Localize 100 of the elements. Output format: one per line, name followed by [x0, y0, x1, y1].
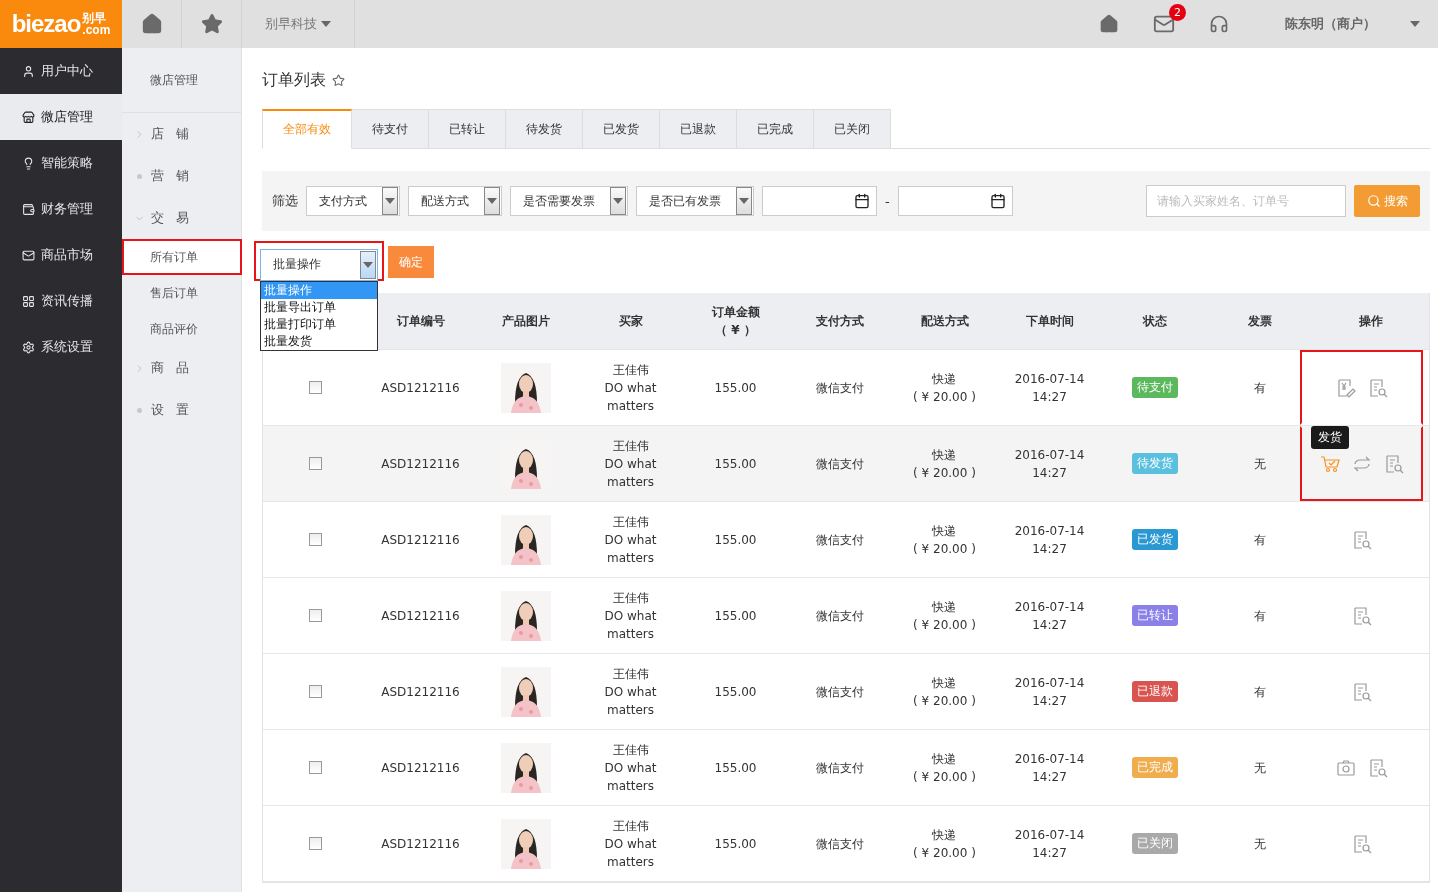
bulk-action-select[interactable]: 批量操作 [260, 248, 378, 281]
wallet-icon [22, 202, 35, 216]
order-amount: 155.00 [714, 683, 757, 701]
camera-icon[interactable] [1335, 757, 1356, 778]
subnav-group[interactable]: 设 置 [122, 389, 241, 431]
payment-method: 微信支付 [816, 683, 864, 701]
invoice-value: 有 [1253, 607, 1266, 625]
filter-select[interactable]: 支付方式 [306, 186, 400, 216]
store-icon [22, 110, 35, 124]
column-header: 产品图片 [501, 313, 550, 330]
document-search-icon[interactable] [1383, 453, 1404, 474]
cart-icon[interactable] [1319, 453, 1340, 474]
order-number: ASD1212116 [381, 607, 460, 625]
page-title: 订单列表 [262, 70, 326, 91]
order-time: 2016-07-14 14:27 [1014, 598, 1085, 634]
order-amount: 155.00 [714, 531, 757, 549]
mail-icon[interactable] [1153, 13, 1175, 35]
search-icon [1366, 194, 1381, 208]
shipping-method: 快递 [932, 750, 957, 768]
tab[interactable]: 待支付 [352, 109, 429, 149]
row-checkbox[interactable] [309, 837, 322, 850]
buyer-name: 王佳伟 [612, 361, 649, 379]
star-icon[interactable] [200, 13, 223, 35]
document-search-icon[interactable] [1351, 833, 1372, 854]
order-amount: 155.00 [714, 759, 757, 777]
order-number: ASD1212116 [381, 759, 460, 777]
status-badge: 已完成 [1131, 757, 1178, 778]
lightbulb-icon [22, 156, 35, 170]
buyer-note: DO what matters [603, 607, 658, 643]
sidebar-item[interactable]: 智能策略 [0, 140, 122, 186]
status-badge: 已发货 [1131, 529, 1178, 550]
tab[interactable]: 已关闭 [814, 109, 891, 149]
subnav-group[interactable]: 交 易 [122, 197, 241, 239]
home-icon[interactable] [140, 13, 163, 35]
document-search-icon[interactable] [1367, 757, 1388, 778]
date-field[interactable] [762, 186, 877, 216]
shipping-method: 快递 [932, 826, 957, 844]
row-checkbox[interactable] [309, 533, 322, 546]
tab[interactable]: 已完成 [737, 109, 814, 149]
document-search-icon[interactable] [1351, 529, 1372, 550]
sidebar-item[interactable]: 微店管理 [0, 94, 122, 140]
calendar-icon[interactable] [989, 193, 1006, 209]
sidebar-item[interactable]: 财务管理 [0, 186, 122, 232]
document-search-icon[interactable] [1367, 377, 1388, 398]
subnav-item[interactable]: 所有订单 [122, 239, 242, 275]
company-dropdown[interactable]: 别早科技 [242, 0, 355, 48]
tab[interactable]: 已转让 [429, 109, 506, 149]
payment-method: 微信支付 [816, 379, 864, 397]
filter-label: 筛选 [272, 192, 298, 210]
home-icon[interactable] [1099, 14, 1119, 34]
settings-icon [22, 340, 35, 354]
column-header: 操作 [1358, 313, 1383, 330]
sidebar-item[interactable]: 系统设置 [0, 324, 122, 370]
column-header: 订单编号 [396, 313, 445, 330]
yen-document-icon[interactable] [1335, 377, 1356, 398]
buyer-note: DO what matters [603, 531, 658, 567]
sidebar-item[interactable]: 资讯传播 [0, 278, 122, 324]
order-time: 2016-07-14 14:27 [1014, 446, 1085, 482]
invoice-value: 有 [1253, 531, 1266, 549]
filter-select[interactable]: 是否已有发票 [636, 186, 754, 216]
order-time: 2016-07-14 14:27 [1014, 370, 1085, 406]
subnav-item[interactable]: 售后订单 [122, 275, 242, 311]
subnav-group[interactable]: 商 品 [122, 347, 241, 389]
shipping-method: 快递 [932, 598, 957, 616]
calendar-icon[interactable] [854, 193, 870, 209]
headset-icon[interactable] [1209, 14, 1229, 34]
filter-select[interactable]: 是否需要发票 [510, 186, 628, 216]
shipping-method: 快递 [932, 674, 957, 692]
sidebar-item[interactable]: 商品市场 [0, 232, 122, 278]
payment-method: 微信支付 [816, 607, 864, 625]
status-badge: 已退款 [1131, 681, 1178, 702]
search-field[interactable]: 请输入买家姓名、订单号 [1146, 185, 1346, 217]
row-checkbox[interactable] [309, 685, 322, 698]
shipping-fee: ( ¥ 20.00 ) [913, 464, 976, 482]
row-checkbox[interactable] [309, 381, 322, 394]
document-search-icon[interactable] [1351, 681, 1372, 702]
shipping-method: 快递 [932, 446, 957, 464]
filter-select[interactable]: 配送方式 [408, 186, 502, 216]
shipping-method: 快递 [932, 370, 957, 388]
status-badge: 待发货 [1131, 453, 1178, 474]
date-separator: - [885, 193, 890, 209]
status-badge: 已转让 [1131, 605, 1178, 626]
tab[interactable]: 已发货 [583, 109, 660, 149]
row-checkbox[interactable] [309, 457, 322, 470]
date-field[interactable] [897, 186, 1013, 216]
star-icon[interactable] [332, 74, 345, 87]
row-checkbox[interactable] [309, 609, 322, 622]
sidebar-item[interactable]: 用户中心 [0, 48, 122, 94]
buyer-name: 王佳伟 [612, 741, 649, 759]
column-header: 订单金额（ ¥ ） [710, 304, 761, 339]
tab[interactable]: 待发货 [506, 109, 583, 149]
subnav-group[interactable]: 店 铺 [122, 113, 241, 155]
tab[interactable]: 已退款 [660, 109, 737, 149]
document-search-icon[interactable] [1351, 605, 1372, 626]
user-menu[interactable]: 陈东明（商户） [1285, 15, 1376, 33]
subnav-group[interactable]: 营 销 [122, 155, 241, 197]
shipping-method: 快递 [932, 522, 957, 540]
column-header: 买家 [618, 313, 643, 330]
subnav-item[interactable]: 商品评价 [122, 311, 242, 347]
row-checkbox[interactable] [309, 761, 322, 774]
